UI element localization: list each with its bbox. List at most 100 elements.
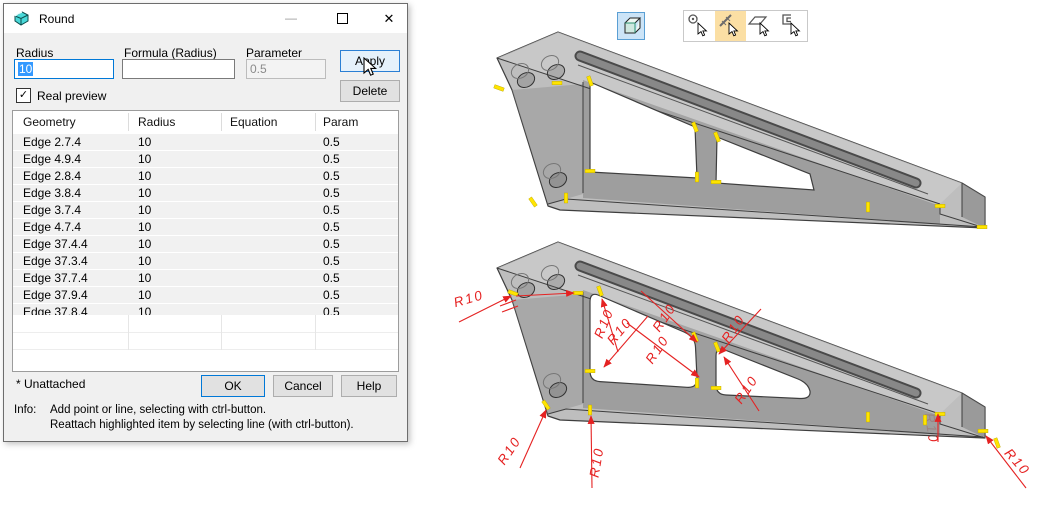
column-divider [128,113,129,131]
highlight-mark [711,386,721,390]
minimize-button[interactable]: — [276,4,306,33]
info-label: Info: [14,404,36,416]
3d-viewport[interactable]: R10 R10R10R10R10R10R10R10R10R10R10 [410,0,1038,507]
table-cell-param: 0.5 [323,253,340,269]
table-cell-geometry: Edge 3.8.4 [23,185,81,201]
radius-label: Radius [16,46,53,60]
row-divider [13,332,398,333]
table-row[interactable]: Edge 4.7.4 10 0.5 [13,219,398,235]
column-divider [315,113,316,131]
table-cell-radius: 10 [138,270,151,286]
table-row[interactable]: Edge 2.7.4 10 0.5 [13,134,398,150]
table-row[interactable]: Edge 37.9.4 10 0.5 [13,287,398,303]
table-row[interactable]: Edge 3.7.4100.5 [13,202,398,218]
table-cell-geometry: Edge 37.4.4 [23,236,88,252]
real-preview-label: Real preview [37,89,106,103]
highlight-mark [564,193,568,203]
table-cell-radius: 10 [138,219,151,235]
column-divider [128,315,129,350]
fillet-cube-icon [13,10,30,27]
table-cell-geometry: Edge 4.7.4 [23,219,81,235]
table-row[interactable]: Edge 37.4.4 10 0.5 [13,236,398,252]
radius-dimension-label: R10 [452,287,486,310]
table-cell-radius: 10 [138,202,151,218]
table-cell-geometry: Edge 2.7.4 [23,134,81,150]
table-cell-param: 0.5 [323,151,340,167]
table-cell-param: 0.5 [323,270,340,286]
ok-button[interactable]: OK [201,375,265,397]
table-cell-geometry: Edge 37.3.4 [23,253,88,269]
radius-dimension-label: R10 [587,446,607,479]
maximize-icon [337,13,348,24]
bracket-models-canvas[interactable]: R10 R10R10R10R10R10R10R10R10R10R10 [410,0,1038,507]
highlight-mark [923,415,927,425]
parameter-input: 0.5 [246,59,326,79]
highlight-mark [573,291,583,295]
table-cell-radius: 10 [138,168,151,184]
col-radius[interactable]: Radius [138,111,175,133]
unattached-note: * Unattached [16,377,85,391]
checkbox-checkmark-icon: ✓ [16,88,31,103]
maximize-button[interactable] [327,4,357,33]
round-dialog: Round — ✕ Radius Formula (Radius) Parame… [3,3,408,442]
help-button[interactable]: Help [341,375,397,397]
highlight-mark [866,412,870,422]
table-cell-geometry: Edge 3.7.4 [23,202,81,218]
table-cell-geometry: Edge 4.9.4 [23,151,81,167]
dimension-leader [520,410,546,468]
table-header: Geometry Radius Equation Param [13,111,398,135]
screen: { "window": { "title": "Round", "control… [0,0,1038,507]
highlight-mark [585,169,595,173]
table-cell-param: 0.5 [323,134,340,150]
table-row[interactable]: Edge 37.7.4 10 0.5 [13,270,398,286]
table-cell-radius: 10 [138,134,151,150]
highlight-mark [711,180,721,184]
col-equation[interactable]: Equation [230,111,277,133]
bracket-bottom-model[interactable] [497,242,1000,448]
cancel-button[interactable]: Cancel [273,375,333,397]
table-cell-param: 0.5 [323,219,340,235]
highlight-mark [494,85,505,92]
table-row[interactable]: Edge 4.9.4 10 0.5 [13,151,398,167]
highlight-mark [978,429,988,433]
highlight-mark [866,202,870,212]
radius-dimension-label: R10 [494,434,524,468]
col-geometry[interactable]: Geometry [23,111,76,133]
table-cell-param: 0.5 [323,236,340,252]
delete-button[interactable]: Delete [340,80,400,102]
table-row[interactable]: Edge 3.8.4100.5 [13,185,398,201]
table-cell-geometry: Edge 37.9.4 [23,287,88,303]
table-cell-radius: 10 [138,287,151,303]
highlight-mark [695,172,699,182]
info-line-2: Reattach highlighted item by selecting l… [50,419,354,431]
formula-label: Formula (Radius) [124,46,217,60]
row-divider [13,349,398,350]
column-divider [315,315,316,350]
table-row[interactable]: Edge 2.8.4100.5 [13,168,398,184]
col-param[interactable]: Param [323,111,358,133]
table-cell-geometry: Edge 37.7.4 [23,270,88,286]
highlight-mark [695,378,699,388]
table-row[interactable]: Edge 37.3.4 10 0.5 [13,253,398,269]
formula-input[interactable] [122,59,235,79]
highlight-mark [588,405,592,415]
highlight-mark [585,369,595,373]
bracket-top-model[interactable] [494,32,987,229]
mouse-cursor-icon [363,57,379,79]
table-cell-radius: 10 [138,253,151,269]
highlight-mark [529,197,538,207]
highlight-mark [935,204,945,208]
real-preview-checkbox[interactable]: ✓ Real preview [16,88,106,103]
column-divider [221,315,222,350]
highlight-mark [977,225,987,229]
close-button[interactable]: ✕ [374,4,404,33]
table-empty-area [13,315,398,350]
radius-input[interactable]: 10 [14,59,114,79]
table-cell-radius: 10 [138,185,151,201]
parameter-label: Parameter [246,46,302,60]
table-cell-radius: 10 [138,236,151,252]
table-cell-radius: 10 [138,151,151,167]
table-cell-param: 0.5 [323,287,340,303]
column-divider [221,113,222,131]
table-cell-param: 0.5 [323,168,340,184]
